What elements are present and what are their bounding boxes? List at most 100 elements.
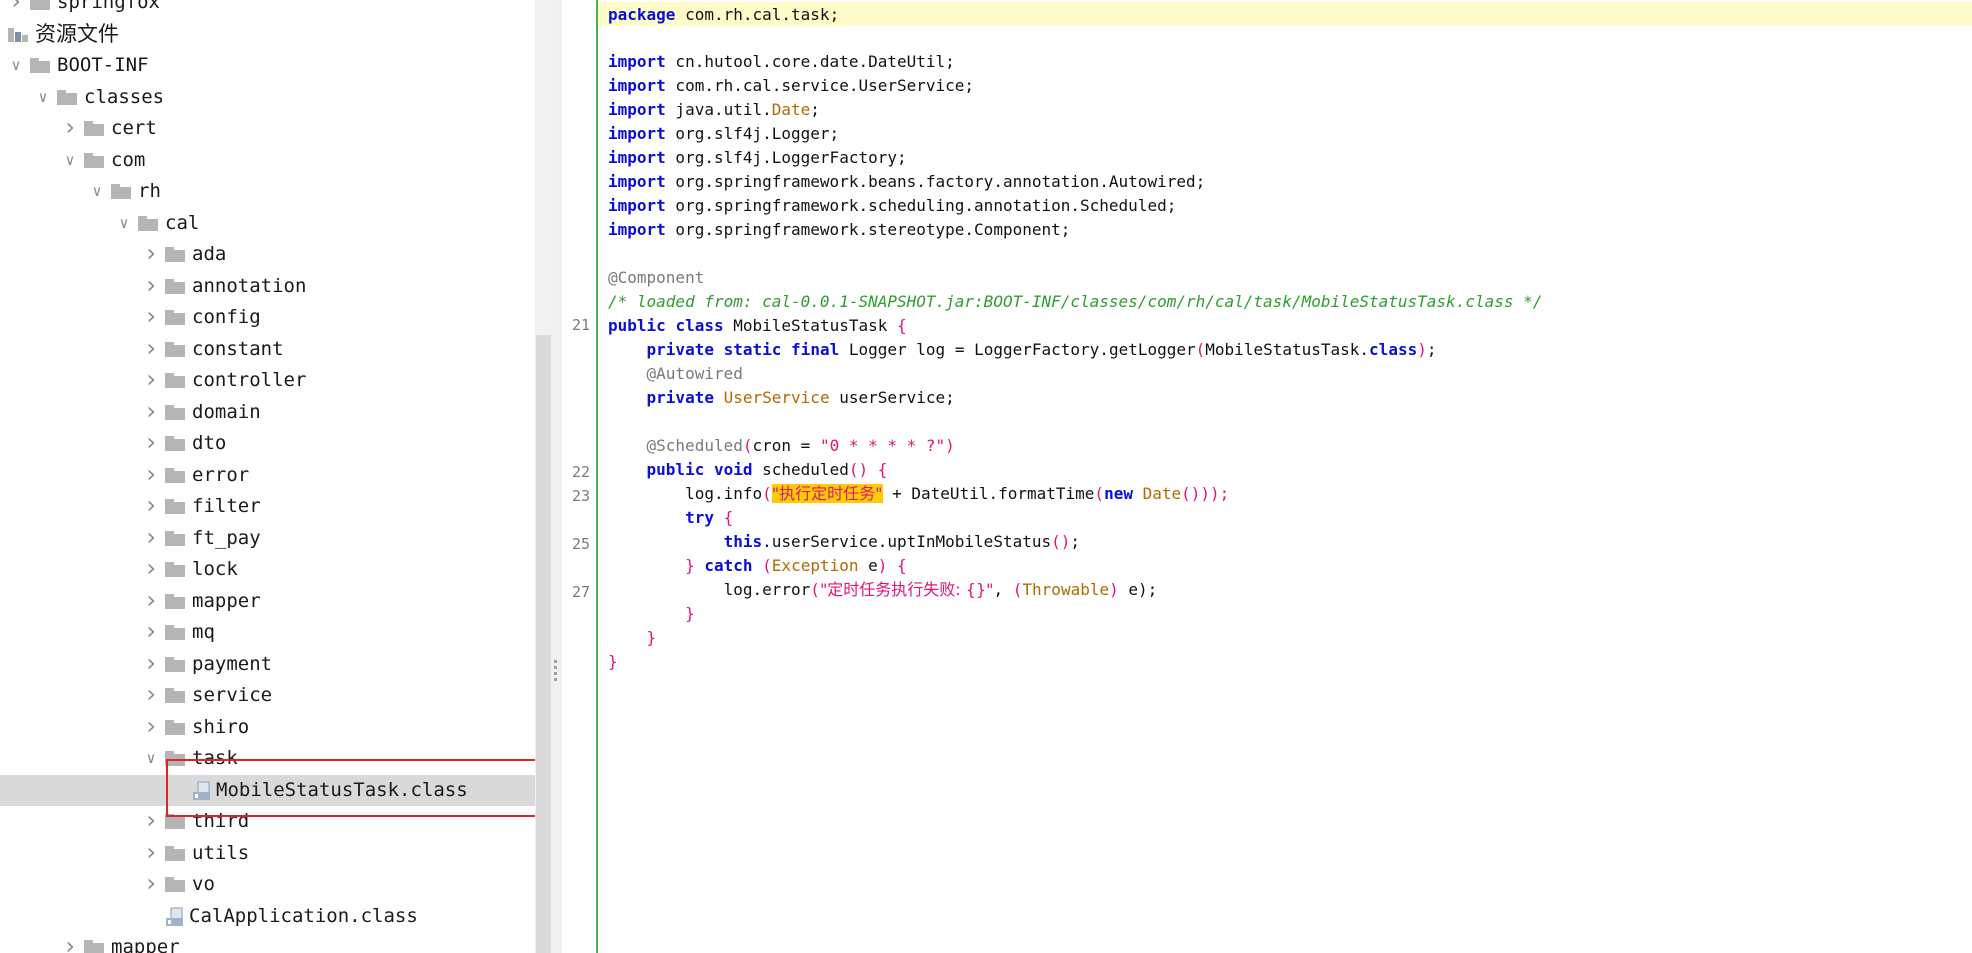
folder-icon <box>165 467 185 483</box>
chevron-right-icon[interactable]: › <box>143 838 159 869</box>
tree-item-error[interactable]: › error <box>0 460 535 491</box>
tree-item-label: annotation <box>192 274 307 297</box>
tree-item-label: CalApplication.class <box>189 904 418 927</box>
highlight-annotation-box <box>166 759 541 817</box>
tree-item-[interactable]: 资源文件 <box>0 19 535 50</box>
tree-item-config[interactable]: › config <box>0 302 535 333</box>
code-line-service-call: this.userService.uptInMobileStatus(); <box>723 532 1081 551</box>
tree-item-springfox[interactable]: › springfox <box>0 0 535 18</box>
tree-item-label: error <box>192 463 250 486</box>
tree-scrollbar-thumb[interactable] <box>536 335 551 953</box>
code-line-import: import cn.hutool.core.date.DateUtil; <box>608 52 955 71</box>
tree-item-label: mq <box>192 621 215 643</box>
tree-item-com[interactable]: ∨ com <box>0 145 535 176</box>
code-line-import: import org.springframework.scheduling.an… <box>608 196 1177 215</box>
chevron-down-icon[interactable]: ∨ <box>89 176 105 207</box>
tree-item-label: mapper <box>192 589 261 612</box>
chevron-right-icon[interactable]: › <box>143 491 159 522</box>
tree-item-vo[interactable]: › vo <box>0 869 535 900</box>
tree-item-label: cert <box>111 117 157 139</box>
code-line-import: import org.springframework.stereotype.Co… <box>608 220 1071 239</box>
splitter-grip-dot <box>554 678 557 681</box>
tree-item-annotation[interactable]: › annotation <box>0 271 535 302</box>
folder-icon <box>165 436 185 451</box>
code-line-close-class: } <box>608 652 618 671</box>
folder-icon <box>84 940 104 953</box>
tree-item-label: service <box>192 684 273 706</box>
tree-item-ada[interactable]: › ada <box>0 239 535 270</box>
splitter-grip-dot <box>554 672 557 675</box>
tree-item-label: springfox <box>57 0 160 13</box>
chevron-down-icon[interactable]: ∨ <box>62 145 78 176</box>
tree-item-ft-pay[interactable]: › ft_pay <box>0 523 535 554</box>
chevron-right-icon[interactable]: › <box>143 397 159 428</box>
code-line-close-catch: } <box>685 604 695 623</box>
pane-splitter[interactable] <box>552 0 562 953</box>
chevron-right-icon[interactable]: › <box>143 239 159 270</box>
tree-item-calapplication-class[interactable]: CalApplication.class <box>0 901 535 932</box>
tree-item-cert[interactable]: › cert <box>0 113 535 144</box>
line-number-gutter: 21 22 23 25 27 <box>562 0 596 953</box>
chevron-right-icon[interactable]: › <box>143 806 159 837</box>
tree-item-label: ft_pay <box>192 526 261 549</box>
tree-item-cal[interactable]: ∨ cal <box>0 208 535 239</box>
chevron-down-icon[interactable]: ∨ <box>116 208 132 239</box>
chevron-right-icon[interactable]: › <box>143 334 159 365</box>
chevron-right-icon[interactable]: › <box>143 428 159 459</box>
folder-icon <box>138 215 158 231</box>
code-line-autowired-annotation: @Autowired <box>646 364 743 383</box>
tree-item-classes[interactable]: ∨ classes <box>0 82 535 113</box>
code-editor[interactable]: 21 22 23 25 27 package com.rh.cal.task; … <box>562 0 1972 953</box>
tree-item-filter[interactable]: › filter <box>0 491 535 522</box>
tree-item-boot-inf[interactable]: ∨ BOOT-INF <box>0 50 535 81</box>
tree-item-constant[interactable]: › constant <box>0 334 535 365</box>
code-line-import: import com.rh.cal.service.UserService; <box>608 76 975 95</box>
tree-item-payment[interactable]: › payment <box>0 649 535 680</box>
folder-icon <box>111 184 131 199</box>
line-number: 27 <box>571 583 590 601</box>
tree-item-mq[interactable]: › mq <box>0 617 535 648</box>
code-line-component-annotation: @Component <box>608 268 705 287</box>
code-line-class-declaration: public class MobileStatusTask { <box>608 316 907 335</box>
class-file-icon <box>166 907 183 926</box>
tree-item-mapper[interactable]: › mapper <box>0 586 535 617</box>
chevron-right-icon[interactable]: › <box>143 365 159 396</box>
chevron-right-icon[interactable]: › <box>143 649 159 680</box>
code-line-log-info: log.info("执行定时任务" + DateUtil.formatTime(… <box>685 484 1230 503</box>
chevron-right-icon[interactable]: › <box>143 302 159 333</box>
chevron-right-icon[interactable]: › <box>143 271 159 302</box>
tree-item-lock[interactable]: › lock <box>0 554 535 585</box>
chevron-down-icon[interactable]: ∨ <box>143 743 159 774</box>
code-line-loaded-from-comment: /* loaded from: cal-0.0.1-SNAPSHOT.jar:B… <box>608 292 1543 311</box>
tree-item-service[interactable]: › service <box>0 680 535 711</box>
code-line-userservice-field: private UserService userService; <box>646 388 955 407</box>
chevron-right-icon[interactable]: › <box>143 586 159 617</box>
chevron-right-icon[interactable]: › <box>143 869 159 900</box>
chevron-right-icon[interactable]: › <box>62 113 78 144</box>
tree-item-dto[interactable]: › dto <box>0 428 535 459</box>
highlighted-string: "执行定时任务" <box>771 484 883 503</box>
folder-icon <box>30 58 50 73</box>
tree-item-utils[interactable]: › utils <box>0 838 535 869</box>
tree-item-mapper[interactable]: › mapper <box>0 932 535 953</box>
chevron-right-icon[interactable]: › <box>62 932 78 953</box>
chevron-right-icon[interactable]: › <box>143 554 159 585</box>
tree-item-label: config <box>192 306 261 328</box>
code-line-import: import org.slf4j.LoggerFactory; <box>608 148 907 167</box>
tree-item-rh[interactable]: ∨ rh <box>0 176 535 207</box>
chevron-right-icon[interactable]: › <box>143 523 159 554</box>
chevron-right-icon[interactable]: › <box>143 712 159 743</box>
tree-item-label: constant <box>192 337 284 360</box>
chevron-right-icon[interactable]: › <box>8 0 24 18</box>
chevron-down-icon[interactable]: ∨ <box>35 82 51 113</box>
chevron-down-icon[interactable]: ∨ <box>8 50 24 81</box>
tree-item-label: filter <box>192 495 261 517</box>
chevron-right-icon[interactable]: › <box>143 680 159 711</box>
folder-icon <box>165 404 185 420</box>
tree-item-domain[interactable]: › domain <box>0 397 535 428</box>
chevron-right-icon[interactable]: › <box>143 460 159 491</box>
code-line-package: package com.rh.cal.task; <box>608 5 840 24</box>
tree-item-shiro[interactable]: › shiro <box>0 712 535 743</box>
chevron-right-icon[interactable]: › <box>143 617 159 648</box>
tree-item-controller[interactable]: › controller <box>0 365 535 396</box>
